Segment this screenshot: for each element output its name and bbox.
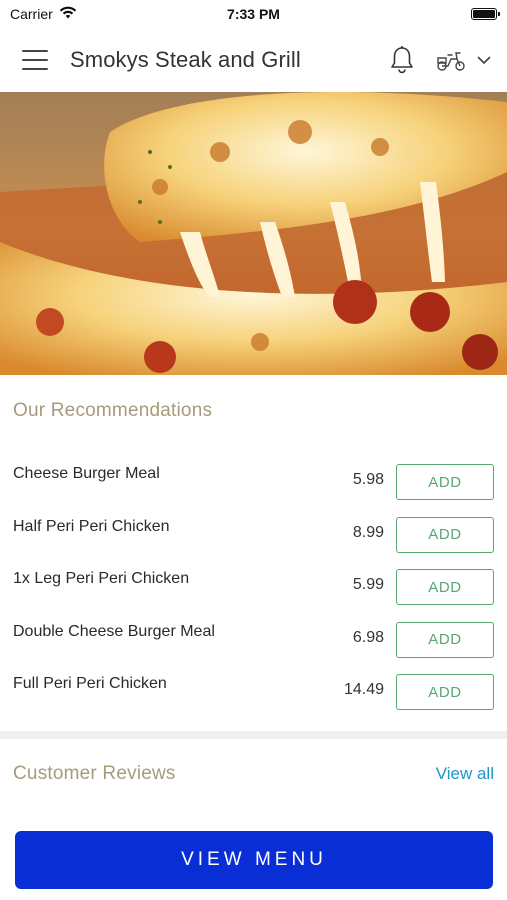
item-price: 8.99 bbox=[352, 523, 384, 541]
bell-icon[interactable] bbox=[387, 43, 417, 77]
add-button[interactable]: ADD bbox=[396, 569, 494, 605]
menu-icon[interactable] bbox=[22, 50, 48, 70]
section-divider bbox=[0, 731, 507, 739]
item-name: Cheese Burger Meal bbox=[13, 465, 160, 482]
list-item: Half Peri Peri Chicken 8.99 ADD bbox=[0, 509, 507, 562]
item-price: 6.98 bbox=[352, 628, 384, 646]
add-button[interactable]: ADD bbox=[396, 516, 494, 553]
item-name: Double Cheese Burger Meal bbox=[13, 622, 215, 640]
view-menu-button[interactable]: VIEW MENU bbox=[15, 831, 493, 889]
list-item: Cheese Burger Meal 5.98 ADD bbox=[0, 456, 507, 509]
carrier-label: Carrier bbox=[10, 6, 53, 22]
list-item: Full Peri Peri Chicken 14.49 ADD bbox=[0, 666, 507, 719]
battery-icon bbox=[471, 8, 500, 20]
item-price: 14.49 bbox=[343, 681, 384, 698]
chevron-down-icon[interactable] bbox=[475, 51, 493, 69]
recommendations-list: Cheese Burger Meal 5.98 ADD Half Peri Pe… bbox=[0, 456, 507, 719]
reviews-heading: Customer Reviews bbox=[13, 763, 176, 784]
item-price: 5.98 bbox=[352, 471, 384, 488]
recommendations-heading: Our Recommendations bbox=[13, 400, 213, 421]
item-name: Full Peri Peri Chicken bbox=[13, 675, 167, 692]
delivery-scooter-icon[interactable] bbox=[435, 45, 467, 75]
add-button[interactable]: ADD bbox=[396, 621, 494, 658]
item-name: Half Peri Peri Chicken bbox=[13, 517, 170, 535]
app-bar: Smokys Steak and Grill bbox=[0, 28, 507, 92]
list-item: 1x Leg Peri Peri Chicken 5.99 ADD bbox=[0, 561, 507, 614]
add-button[interactable]: ADD bbox=[396, 674, 494, 710]
view-all-link[interactable]: View all bbox=[436, 764, 494, 784]
status-bar: Carrier 7:33 PM bbox=[0, 0, 507, 28]
add-button[interactable]: ADD bbox=[396, 464, 494, 500]
list-item: Double Cheese Burger Meal 6.98 ADD bbox=[0, 614, 507, 667]
hero-food-image bbox=[0, 92, 507, 375]
carrier-group: Carrier bbox=[10, 6, 77, 22]
page-title: Smokys Steak and Grill bbox=[70, 47, 301, 72]
item-name: 1x Leg Peri Peri Chicken bbox=[13, 570, 190, 587]
wifi-icon bbox=[59, 6, 77, 22]
item-price: 5.99 bbox=[352, 576, 384, 593]
